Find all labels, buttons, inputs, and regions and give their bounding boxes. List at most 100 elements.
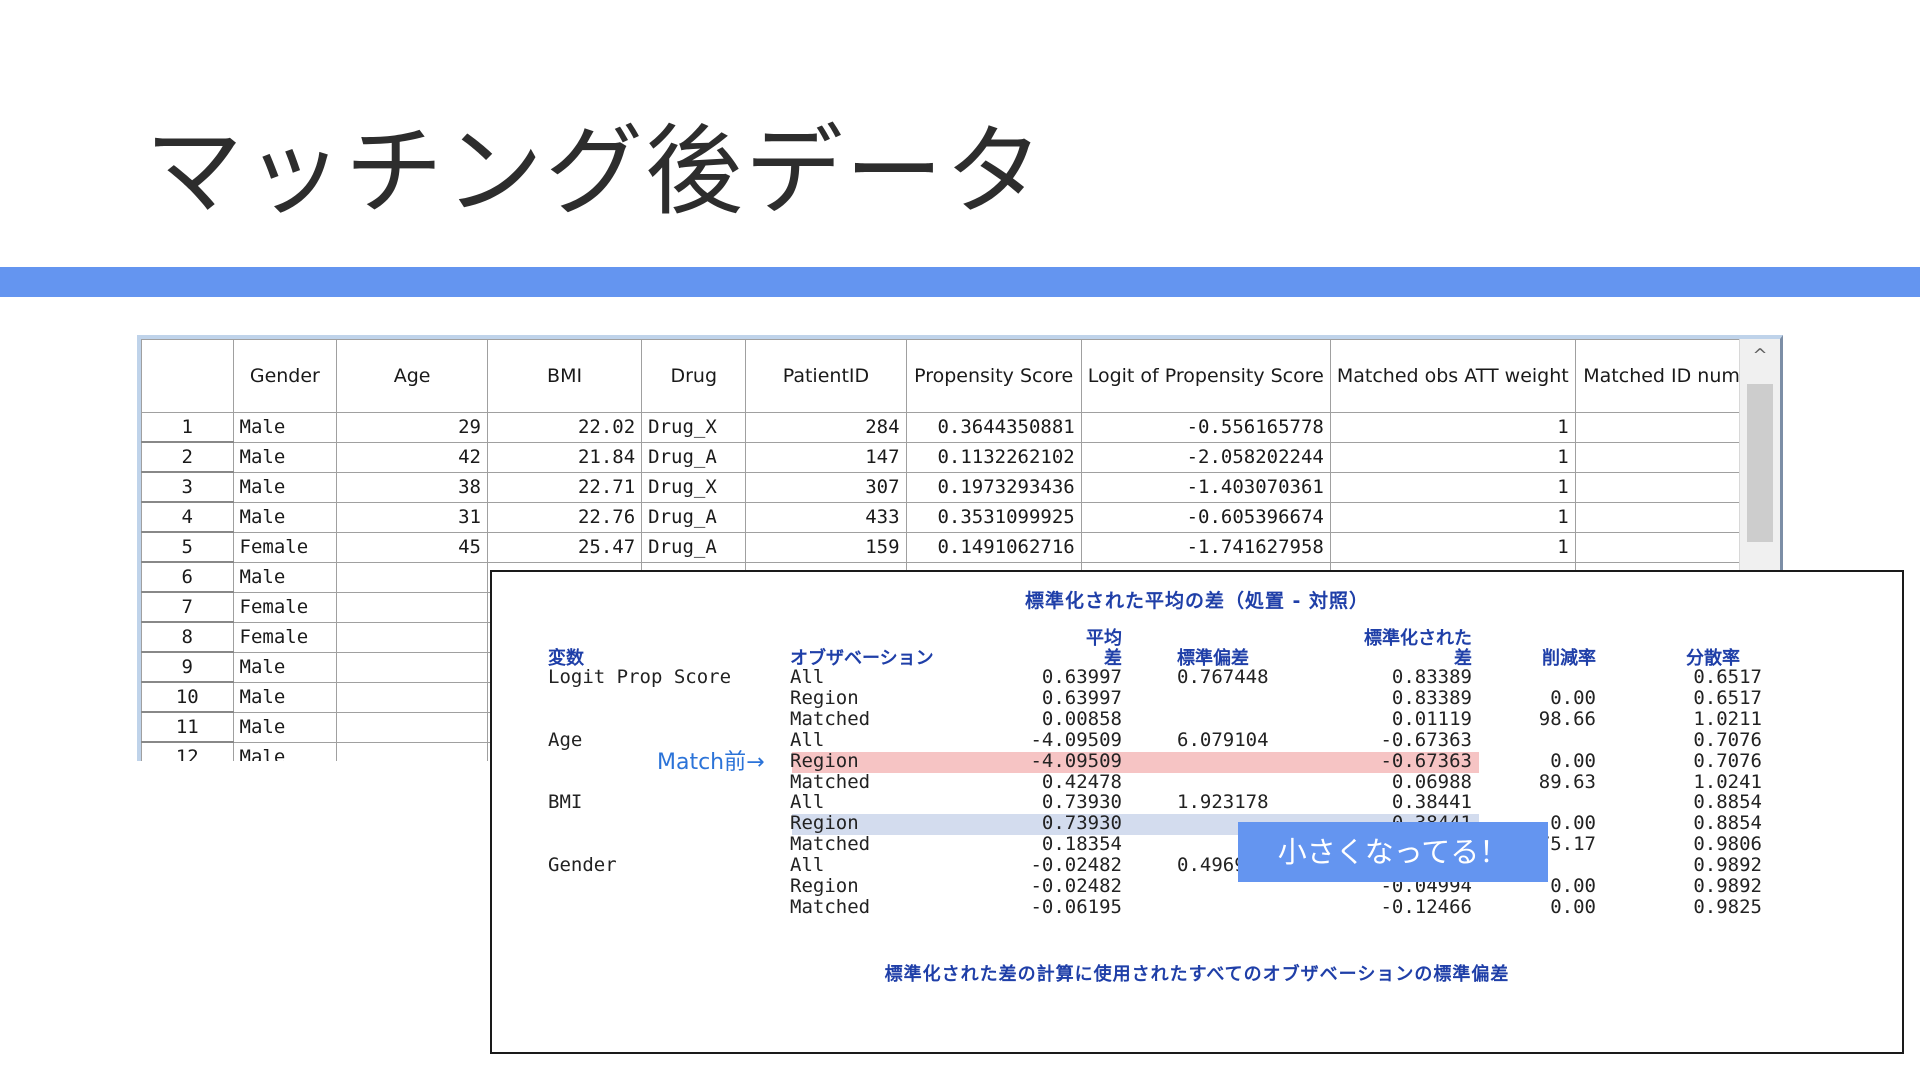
row-number[interactable]: 6	[141, 561, 234, 593]
grid-cell[interactable]: Drug_X	[641, 471, 747, 503]
row-number[interactable]: 5	[141, 531, 234, 563]
row-number[interactable]: 11	[141, 711, 234, 743]
grid-cell[interactable]: 1	[1329, 412, 1576, 443]
grid-cell[interactable]: 38	[336, 471, 488, 503]
grid-cell[interactable]: 0.1491062716	[905, 531, 1082, 563]
grid-cell[interactable]: Drug_A	[641, 441, 747, 473]
grid-cell[interactable]: 433	[745, 501, 907, 533]
grid-header-cell[interactable]: Matched obs ATT weight	[1329, 339, 1576, 413]
table-row[interactable]: 1 Male 29 22.02 Drug_X 284 0.3644350881 -0.5561…	[141, 412, 1780, 443]
row-number[interactable]: 10	[141, 681, 234, 713]
grid-cell[interactable]: Male	[232, 741, 338, 761]
grid-cell[interactable]: 284	[745, 412, 907, 443]
grid-cell[interactable]: Male	[232, 651, 338, 683]
grid-cell[interactable]: 22.02	[486, 412, 643, 443]
grid-cell[interactable]: 0.3531099925	[905, 501, 1082, 533]
grid-cell[interactable]	[336, 681, 488, 713]
grid-cell[interactable]: -0.605396674	[1080, 501, 1331, 533]
grid-cell[interactable]: 0.3644350881	[905, 412, 1082, 443]
balance-cell: 0.6517	[1693, 686, 1762, 709]
balance-cell: 0.7076	[1693, 728, 1762, 751]
grid-cell[interactable]	[336, 591, 488, 623]
grid-cell[interactable]: Male	[232, 681, 338, 713]
grid-cell[interactable]: 29	[336, 412, 488, 443]
balance-cell: 0.9806	[1693, 833, 1762, 856]
grid-cell[interactable]: Drug_A	[641, 531, 747, 563]
grid-cell[interactable]: Female	[232, 531, 338, 563]
grid-cell[interactable]: 1	[1329, 531, 1576, 563]
grid-cell[interactable]: 25.47	[486, 531, 643, 563]
grid-cell[interactable]: Male	[232, 711, 338, 743]
grid-cell[interactable]: Male	[232, 441, 338, 473]
balance-cell: 0.83389	[1391, 686, 1472, 709]
row-number[interactable]: 9	[141, 651, 234, 683]
grid-cell[interactable]: 22.71	[486, 471, 643, 503]
balance-cell: 1.0211	[1693, 707, 1762, 730]
header-reduction: 削減率	[1542, 648, 1596, 669]
grid-cell[interactable]: 147	[745, 441, 907, 473]
balance-cell: 0.18354	[1041, 833, 1122, 856]
balance-cell: -0.02482	[1030, 854, 1122, 877]
grid-cell[interactable]: Male	[232, 561, 338, 593]
table-row[interactable]: 4 Male 31 22.76 Drug_A 433 0.3531099925 -0.6053…	[141, 501, 1780, 533]
grid-cell[interactable]: -1.741627958	[1080, 531, 1331, 563]
table-row[interactable]: 3 Male 38 22.71 Drug_X 307 0.1973293436 -1.4030…	[141, 471, 1780, 503]
row-number[interactable]: 7	[141, 591, 234, 623]
grid-cell[interactable]	[336, 621, 488, 653]
grid-cell[interactable]	[336, 561, 488, 593]
row-number[interactable]: 12	[141, 741, 234, 761]
grid-cell[interactable]: Female	[232, 621, 338, 653]
balance-cell: 89.63	[1538, 770, 1596, 793]
grid-cell[interactable]: Male	[232, 471, 338, 503]
grid-header-cell[interactable]: Logit of Propensity Score	[1080, 339, 1331, 413]
grid-cell[interactable]: 0.1973293436	[905, 471, 1082, 503]
row-number[interactable]: 4	[141, 501, 234, 533]
row-number[interactable]: 3	[141, 471, 234, 503]
grid-cell[interactable]: 1	[1329, 471, 1576, 503]
grid-cell[interactable]	[336, 741, 488, 761]
balance-cell: 0.06988	[1391, 770, 1472, 793]
balance-cell: 0.6517	[1693, 666, 1762, 688]
row-number[interactable]: 8	[141, 621, 234, 653]
row-number[interactable]: 1	[141, 412, 234, 443]
grid-cell[interactable]: 159	[745, 531, 907, 563]
grid-cell[interactable]: 1	[1329, 441, 1576, 473]
balance-cell: 0.42478	[1041, 770, 1122, 793]
grid-cell[interactable]: 31	[336, 501, 488, 533]
balance-cell: 0.9825	[1693, 895, 1762, 918]
grid-cell[interactable]: -1.403070361	[1080, 471, 1331, 503]
grid-cell[interactable]: -0.556165778	[1080, 412, 1331, 443]
grid-cell[interactable]	[336, 651, 488, 683]
row-number[interactable]: 2	[141, 441, 234, 473]
grid-cell[interactable]: Female	[232, 591, 338, 623]
balance-cell: 0.00	[1550, 895, 1596, 918]
grid-header-cell[interactable]: Gender	[232, 339, 338, 413]
grid-cell[interactable]: 21.84	[486, 441, 643, 473]
grid-cell[interactable]: -2.058202244	[1080, 441, 1331, 473]
grid-cell[interactable]: Male	[232, 412, 338, 443]
grid-header-cell[interactable]: Drug	[641, 339, 747, 413]
balance-cell: 0.73930	[1041, 791, 1122, 814]
table-row[interactable]: 2 Male 42 21.84 Drug_A 147 0.1132262102 -2.0582…	[141, 441, 1780, 473]
table-row[interactable]: 5 Female 45 25.47 Drug_A 159 0.1491062716 -1.74…	[141, 531, 1780, 563]
balance-cell: 0.8854	[1693, 791, 1762, 814]
grid-cell[interactable]: Drug_A	[641, 501, 747, 533]
grid-cell[interactable]: Male	[232, 501, 338, 533]
grid-cell[interactable]: 307	[745, 471, 907, 503]
balance-cell: -0.02482	[1030, 875, 1122, 897]
grid-cell[interactable]: 0.1132262102	[905, 441, 1082, 473]
grid-cell[interactable]: 1	[1329, 501, 1576, 533]
grid-header-cell[interactable]: Propensity Score	[905, 339, 1082, 413]
grid-cell[interactable]	[336, 711, 488, 743]
grid-cell[interactable]: 42	[336, 441, 488, 473]
grid-cell[interactable]: Drug_X	[641, 412, 747, 443]
grid-header-cell[interactable]: BMI	[486, 339, 643, 413]
grid-cell[interactable]: 45	[336, 531, 488, 563]
grid-header-cell[interactable]: Age	[336, 339, 488, 413]
header-std-diff-1: 標準化された	[1364, 628, 1472, 649]
scroll-up-icon[interactable]: ^	[1740, 345, 1780, 366]
grid-cell[interactable]: 22.76	[486, 501, 643, 533]
grid-header-cell[interactable]: PatientID	[745, 339, 907, 413]
grid-header-cell[interactable]	[141, 339, 234, 413]
scroll-thumb[interactable]	[1747, 384, 1773, 542]
